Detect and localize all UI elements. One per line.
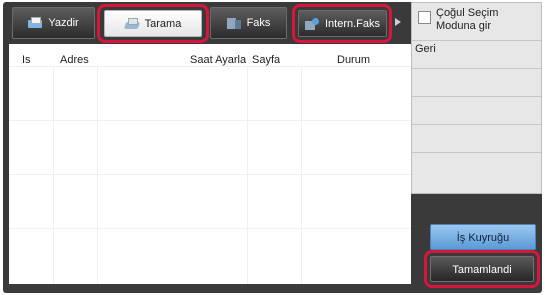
job-queue-button[interactable]: İş Kuyruğu xyxy=(430,224,536,250)
back-menu-item[interactable]: Geri xyxy=(412,41,541,69)
back-label: Geri xyxy=(415,43,436,55)
column-header-address[interactable]: Adres xyxy=(60,54,89,66)
right-arrow-icon[interactable] xyxy=(395,18,401,26)
column-header-status[interactable]: Durum xyxy=(337,54,370,66)
column-header-time[interactable]: Saat Ayarla xyxy=(190,54,246,66)
menu-item-empty xyxy=(412,97,541,125)
job-queue-label: İş Kuyruğu xyxy=(456,232,510,244)
column-divider xyxy=(301,66,302,284)
column-header-pages[interactable]: Sayfa xyxy=(252,54,280,66)
tab-fax-label: Faks xyxy=(246,17,271,29)
side-menu: Çoğul Seçim Moduna gir Geri xyxy=(411,2,542,194)
row-divider xyxy=(9,174,411,175)
highlight-ring-internet-fax xyxy=(292,4,392,43)
menu-item-empty xyxy=(412,125,541,153)
tab-print[interactable]: Yazdir xyxy=(12,7,95,39)
multi-select-label: Çoğul Seçim Moduna gir xyxy=(436,7,499,32)
multi-select-option[interactable]: Çoğul Seçim Moduna gir xyxy=(412,3,541,41)
row-divider xyxy=(9,228,411,229)
row-divider xyxy=(9,120,411,121)
column-header-job[interactable]: Is xyxy=(22,54,31,66)
highlight-ring-done xyxy=(424,250,540,288)
fax-icon xyxy=(226,17,241,29)
row-divider xyxy=(9,66,411,67)
tab-print-label: Yazdir xyxy=(48,17,79,29)
tab-fax[interactable]: Faks xyxy=(210,7,287,39)
column-divider xyxy=(53,66,54,284)
printer-icon xyxy=(28,17,43,29)
highlight-ring-scan xyxy=(97,4,209,43)
job-list-table: Is Adres Saat Ayarla Sayfa Durum xyxy=(9,44,411,284)
menu-item-empty xyxy=(412,69,541,97)
multi-select-checkbox[interactable] xyxy=(418,11,431,24)
column-divider xyxy=(97,66,98,284)
column-divider xyxy=(247,66,248,284)
menu-item-empty xyxy=(412,153,541,181)
